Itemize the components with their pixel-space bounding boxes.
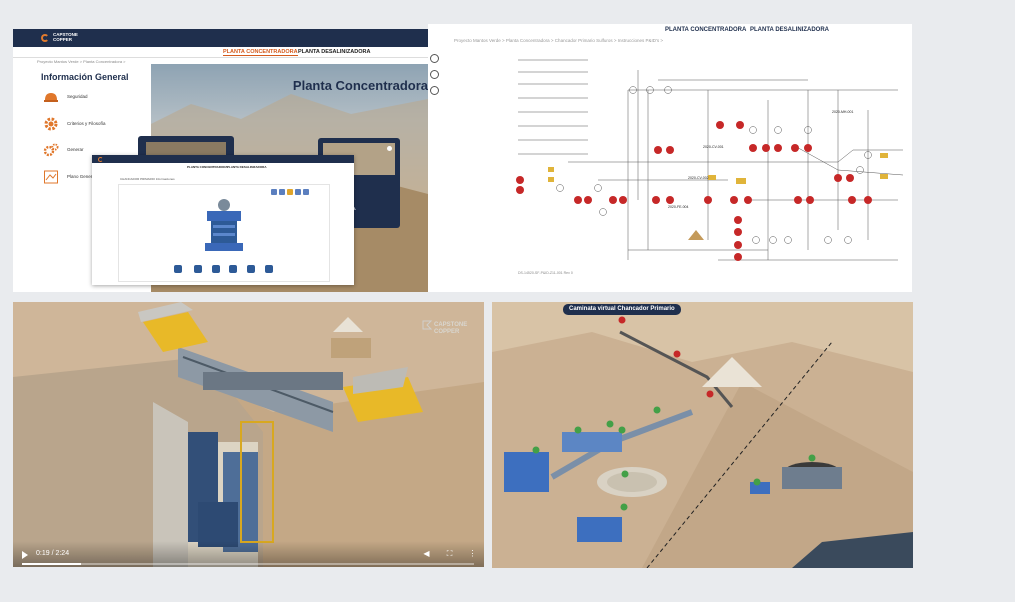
tab-planta-desalinizadora[interactable]: PLANTA DESALINIZADORA [298, 49, 370, 55]
virtual-walk-panel[interactable]: Caminata virtual Chancador Primario [492, 302, 913, 568]
gears-icon [43, 143, 59, 157]
part-thumbnail[interactable] [174, 265, 182, 273]
tab-planta-concentradora[interactable]: PLANTA CONCENTRADORA [223, 49, 298, 56]
drawing-number: DS-14520-SF-P&ID-Z11-001 Rev 0 [518, 271, 573, 275]
map-icon [44, 170, 58, 184]
crusher-3d-scene [13, 302, 484, 567]
capstone-logo-icon [41, 34, 49, 42]
page-title: Planta Concentradora [292, 78, 428, 93]
video-progress-fill [22, 563, 81, 565]
equipment-tag[interactable]: 2020-FE-004 [668, 205, 688, 209]
tab-planta-desalinizadora[interactable]: PLANTA DESALINIZADORA [750, 27, 829, 33]
settings-icon[interactable] [430, 86, 439, 95]
part-thumbnail[interactable] [229, 265, 237, 273]
zoom-icon[interactable] [430, 54, 439, 63]
walk-title-badge: Caminata virtual Chancador Primario [563, 304, 681, 315]
crusher-3d-model [205, 199, 243, 251]
pid-panel: PLANTA CONCENTRADORA PLANTA DESALINIZADO… [428, 24, 912, 292]
inset-header [92, 155, 354, 163]
hotspot-layer [532, 316, 816, 511]
view-tool-icon[interactable] [279, 189, 285, 195]
fullscreen-icon[interactable]: ⛶ [445, 549, 454, 558]
view-tool-icon[interactable] [287, 189, 293, 195]
svg-text:CAPSTONE: CAPSTONE [434, 322, 467, 328]
more-options-icon[interactable]: ⋮ [468, 549, 477, 558]
video-timestamp: 0:19 / 2:24 [36, 550, 70, 557]
part-thumbnail[interactable] [212, 265, 220, 273]
part-thumbnail[interactable] [194, 265, 202, 273]
card-badge [387, 146, 392, 151]
sidebar-item-seguridad[interactable]: Seguridad [43, 89, 151, 105]
video-progress-track[interactable] [22, 563, 474, 565]
pid-diagram [516, 59, 904, 261]
model-viewer[interactable] [118, 184, 330, 282]
plant-tabs: PLANTA CONCENTRADORA PLANTA DESALINIZADO… [428, 24, 912, 37]
breadcrumb: Proyecto Mantos Verde > Planta Concentra… [454, 38, 663, 43]
part-thumbnail[interactable] [265, 265, 273, 273]
plant-tabs: PLANTA CONCENTRADORA PLANTA DESALINIZADO… [13, 47, 428, 58]
capstone-logo-icon [98, 157, 103, 162]
play-icon[interactable] [22, 551, 28, 559]
svg-text:COPPER: COPPER [434, 329, 460, 335]
equipment-tag[interactable]: 2020-CV-001 [703, 145, 724, 149]
tab-planta-desalinizadora[interactable]: PLANTA DESALINIZADORA [227, 165, 267, 169]
tab-planta-concentradora[interactable]: PLANTA CONCENTRADORA [187, 165, 228, 169]
brand-line-2: COPPER [53, 36, 73, 42]
capstone-watermark-icon: CAPSTONE COPPER [422, 320, 467, 335]
portal-header: CAPSTONE COPPER [13, 29, 428, 47]
video-player[interactable]: CAPSTONE COPPER 0:19 / 2:24 ◀ ⛶ ⋮ [13, 302, 484, 567]
view-tool-icon[interactable] [295, 189, 301, 195]
diagram-toolbar [428, 52, 442, 122]
sidebar-title: Información General [41, 72, 129, 82]
sidebar-item-label: Seguridad [67, 94, 88, 99]
part-thumbnail[interactable] [247, 265, 255, 273]
gear-icon [44, 117, 58, 131]
layers-icon[interactable] [430, 70, 439, 79]
equipment-tag[interactable]: 2020-CV-002 [688, 176, 709, 180]
sidebar-item-criterios[interactable]: Criterios y Filosofía [43, 116, 151, 132]
video-controls: 0:19 / 2:24 ◀ ⛶ ⋮ [13, 541, 484, 567]
sidebar-item-label: Criterios y Filosofía [67, 121, 106, 126]
inset-window-chancador: PLANTA CONCENTRADORA PLANTA DESALINIZADO… [92, 155, 354, 285]
volume-icon[interactable]: ◀ [422, 549, 431, 558]
brand-logo-text: CAPSTONE COPPER [53, 32, 78, 42]
view-tool-icon[interactable] [303, 189, 309, 195]
equipment-tag[interactable]: 2020-MH-001 [832, 110, 853, 114]
helmet-icon [44, 93, 58, 102]
tab-planta-concentradora[interactable]: PLANTA CONCENTRADORA [665, 27, 746, 33]
breadcrumb: CHANCADOR PRIMARIO Informaciones [120, 177, 175, 181]
view-tool-icon[interactable] [271, 189, 277, 195]
sidebar-item-label: Generar [67, 147, 84, 152]
